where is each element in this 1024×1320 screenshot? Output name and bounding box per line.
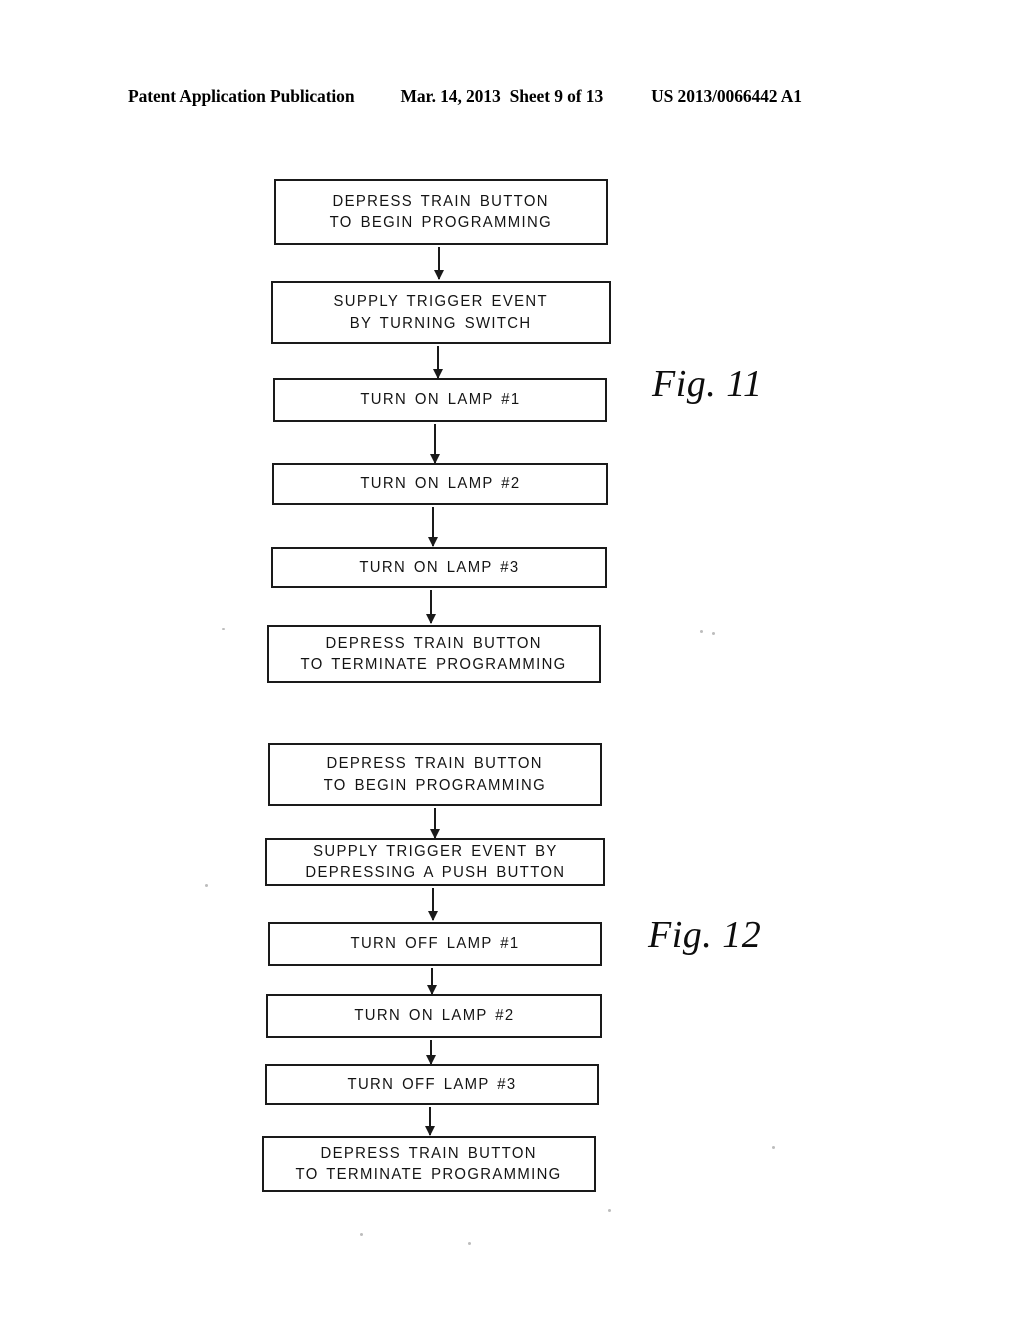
flow-step-line: DEPRESS TRAIN BUTTON <box>332 192 550 210</box>
flow-step-line: BY TURNING SWITCH <box>350 314 532 332</box>
flow-step-box: DEPRESS TRAIN BUTTON TO BEGIN PROGRAMMIN… <box>268 743 602 806</box>
flow-step-line: TURN ON LAMP #3 <box>358 558 520 576</box>
scan-speckle <box>360 1233 363 1236</box>
flow-step-box: SUPPLY TRIGGER EVENT BY DEPRESSING A PUS… <box>265 838 605 886</box>
flow-step-box: DEPRESS TRAIN BUTTON TO TERMINATE PROGRA… <box>262 1136 596 1192</box>
figure-11-caption: Fig. 11 <box>652 363 763 405</box>
flow-step-line: DEPRESS TRAIN BUTTON <box>326 755 544 773</box>
flow-step-line: TURN ON LAMP #2 <box>353 1007 515 1025</box>
figure-12-caption: Fig. 12 <box>648 914 762 956</box>
flow-step-line: TURN ON LAMP #1 <box>359 391 521 409</box>
drawing-sheet: DEPRESS TRAIN BUTTON TO BEGIN PROGRAMMIN… <box>0 0 1024 1320</box>
scan-speckle <box>608 1209 611 1212</box>
flow-step-line: SUPPLY TRIGGER EVENT <box>333 293 549 311</box>
flow-step-box: TURN ON LAMP #2 <box>272 463 608 505</box>
scan-speckle <box>700 630 703 633</box>
flow-step-box: TURN OFF LAMP #3 <box>265 1064 599 1105</box>
flow-step-box: DEPRESS TRAIN BUTTON TO BEGIN PROGRAMMIN… <box>274 179 608 245</box>
flow-step-line: DEPRESSING A PUSH BUTTON <box>305 864 565 881</box>
flow-arrow <box>437 346 439 378</box>
flow-arrow <box>438 247 440 279</box>
flow-step-line: TO BEGIN PROGRAMMING <box>329 214 553 231</box>
flow-step-box: TURN ON LAMP #3 <box>271 547 607 588</box>
scan-speckle <box>205 884 208 887</box>
scan-speckle <box>468 1242 471 1245</box>
flow-step-line: TO BEGIN PROGRAMMING <box>323 776 547 794</box>
flow-arrow <box>432 507 434 546</box>
flow-step-line: DEPRESS TRAIN BUTTON <box>320 1144 538 1162</box>
scan-speckle <box>712 632 715 635</box>
flow-step-line: TURN OFF LAMP #3 <box>347 1075 517 1093</box>
flow-step-box: TURN ON LAMP #2 <box>266 994 602 1038</box>
flow-arrow <box>434 424 436 463</box>
flow-step-box: TURN OFF LAMP #1 <box>268 922 602 966</box>
flow-step-box: TURN ON LAMP #1 <box>273 378 607 422</box>
flow-arrow <box>431 968 433 994</box>
flow-arrow <box>434 808 436 838</box>
flow-arrow <box>430 590 432 623</box>
scan-speckle <box>222 628 225 630</box>
flow-step-box: DEPRESS TRAIN BUTTON TO TERMINATE PROGRA… <box>267 625 601 683</box>
flow-arrow <box>430 1040 432 1064</box>
flow-arrow <box>429 1107 431 1135</box>
scan-speckle <box>772 1146 775 1149</box>
flow-step-line: TURN ON LAMP #2 <box>359 475 521 493</box>
flow-arrow <box>432 888 434 920</box>
flow-step-line: TO TERMINATE PROGRAMMING <box>300 656 568 673</box>
flow-step-line: DEPRESS TRAIN BUTTON <box>325 634 543 652</box>
flow-step-box: SUPPLY TRIGGER EVENT BY TURNING SWITCH <box>271 281 611 344</box>
flow-step-line: TO TERMINATE PROGRAMMING <box>295 1166 563 1183</box>
flow-step-line: SUPPLY TRIGGER EVENT BY <box>312 842 558 860</box>
flow-step-line: TURN OFF LAMP #1 <box>350 935 520 953</box>
